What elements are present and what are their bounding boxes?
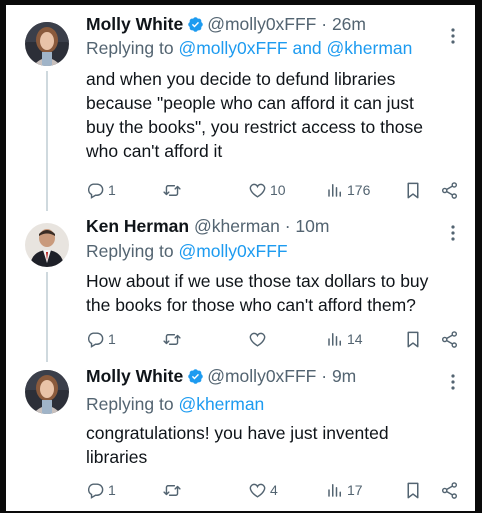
mention-link[interactable]: @molly0xFFF xyxy=(178,38,287,58)
reply-count: 1 xyxy=(108,482,116,498)
bookmark-icon xyxy=(407,331,419,347)
retweet-button[interactable] xyxy=(162,328,182,350)
replying-to-line: Replying to @molly0xFFF xyxy=(86,239,288,263)
separator-dot: · xyxy=(321,14,328,34)
more-options-icon[interactable] xyxy=(451,27,455,45)
reply-button[interactable]: 1 xyxy=(86,479,116,501)
tweet-text-line: libraries xyxy=(86,447,148,467)
tweet-header: Molly White @molly0xFFF · 26m xyxy=(86,13,366,38)
tweet-text-line: who can't afford it xyxy=(86,141,223,161)
analytics-icon xyxy=(328,484,341,497)
heart-icon xyxy=(249,332,266,347)
tweet-molly-1[interactable]: Molly White @molly0xFFF · 26m Replying to… xyxy=(6,13,475,211)
replying-to-line: Replying to @molly0xFFF and @kherman xyxy=(86,36,412,60)
replying-to-label: Replying to xyxy=(86,394,174,414)
share-icon xyxy=(441,330,458,348)
tweet-header: Molly White @molly0xFFF · 9m xyxy=(86,365,356,390)
like-count: 10 xyxy=(270,182,286,198)
share-button[interactable] xyxy=(440,328,459,350)
separator-dot: · xyxy=(284,216,291,236)
conversation-thread: Molly White @molly0xFFF · 26m Replying to… xyxy=(6,5,475,511)
verified-badge-icon xyxy=(187,368,204,390)
tweet-ken-herman[interactable]: Ken Herman @kherman · 10m Replying to @m… xyxy=(6,212,475,362)
bookmark-button[interactable] xyxy=(405,479,421,501)
reply-button[interactable]: 1 xyxy=(86,328,116,350)
more-options-icon[interactable] xyxy=(451,373,455,391)
views-button[interactable]: 14 xyxy=(326,328,363,350)
reply-icon xyxy=(87,331,104,348)
tweet-actions: 1 14 xyxy=(86,328,466,350)
user-handle[interactable]: @molly0xFFF xyxy=(207,366,316,386)
display-name[interactable]: Ken Herman xyxy=(86,216,189,236)
tweet-text: and when you decide to defund libraries … xyxy=(86,67,466,163)
tweet-text-line: because "people who can afford it can ju… xyxy=(86,93,414,113)
mention-joiner: and xyxy=(292,38,322,58)
avatar-molly[interactable] xyxy=(25,22,69,66)
retweet-button[interactable] xyxy=(162,479,182,501)
separator-dot: · xyxy=(321,366,328,386)
mention-link[interactable]: @kherman xyxy=(178,394,264,414)
replying-to-line: Replying to @kherman xyxy=(86,392,264,416)
views-button[interactable]: 176 xyxy=(326,179,370,201)
bookmark-icon xyxy=(407,482,419,498)
mention-link[interactable]: @kherman xyxy=(327,38,413,58)
display-name[interactable]: Molly White xyxy=(86,366,183,386)
thread-connector xyxy=(46,272,48,362)
user-handle[interactable]: @molly0xFFF xyxy=(207,14,316,34)
tweet-actions: 1 4 17 xyxy=(86,479,466,501)
reply-count: 1 xyxy=(108,331,116,347)
replying-to-label: Replying to xyxy=(86,38,174,58)
tweet-text-line: and when you decide to defund libraries xyxy=(86,69,396,89)
view-count: 17 xyxy=(347,482,363,498)
share-button[interactable] xyxy=(440,179,459,201)
views-button[interactable]: 17 xyxy=(326,479,363,501)
heart-icon xyxy=(249,483,266,498)
mention-link[interactable]: @molly0xFFF xyxy=(178,241,287,261)
timestamp[interactable]: 9m xyxy=(332,366,356,386)
tweet-text: congratulations! you have just invented … xyxy=(86,421,466,469)
bookmark-button[interactable] xyxy=(405,328,421,350)
tweet-molly-2[interactable]: Molly White @molly0xFFF · 9m Replying to … xyxy=(6,365,475,511)
tweet-text-line: buy the books", you restrict access to t… xyxy=(86,117,423,137)
retweet-button[interactable] xyxy=(162,179,182,201)
tweet-header: Ken Herman @kherman · 10m xyxy=(86,215,329,237)
tweet-text-line: congratulations! you have just invented xyxy=(86,423,389,443)
retweet-icon xyxy=(163,333,181,345)
retweet-icon xyxy=(163,184,181,196)
reply-count: 1 xyxy=(108,182,116,198)
reply-button[interactable]: 1 xyxy=(86,179,116,201)
reply-icon xyxy=(87,182,104,199)
user-handle[interactable]: @kherman xyxy=(194,216,280,236)
retweet-icon xyxy=(163,484,181,496)
bookmark-icon xyxy=(407,182,419,198)
like-button[interactable]: 4 xyxy=(248,479,278,501)
like-count: 4 xyxy=(270,482,278,498)
verified-badge-icon xyxy=(187,16,204,38)
bookmark-button[interactable] xyxy=(405,179,421,201)
view-count: 14 xyxy=(347,331,363,347)
avatar-ken-herman[interactable] xyxy=(25,223,69,267)
analytics-icon xyxy=(328,333,341,346)
share-icon xyxy=(441,481,458,499)
heart-icon xyxy=(249,183,266,198)
share-icon xyxy=(441,181,458,199)
like-button[interactable]: 10 xyxy=(248,179,286,201)
like-button[interactable] xyxy=(248,328,267,350)
tweet-text-line: the books for those who can't afford the… xyxy=(86,295,416,315)
replying-to-label: Replying to xyxy=(86,241,174,261)
timestamp[interactable]: 10m xyxy=(295,216,329,236)
timestamp[interactable]: 26m xyxy=(332,14,366,34)
more-options-icon[interactable] xyxy=(451,224,455,242)
avatar-molly[interactable] xyxy=(25,370,69,414)
display-name[interactable]: Molly White xyxy=(86,14,183,34)
tweet-text-line: How about if we use those tax dollars to… xyxy=(86,271,429,291)
analytics-icon xyxy=(328,184,341,197)
view-count: 176 xyxy=(347,182,371,198)
share-button[interactable] xyxy=(440,479,459,501)
tweet-text: How about if we use those tax dollars to… xyxy=(86,269,466,317)
reply-icon xyxy=(87,482,104,499)
tweet-actions: 1 10 176 xyxy=(86,179,466,201)
thread-connector xyxy=(46,71,48,211)
